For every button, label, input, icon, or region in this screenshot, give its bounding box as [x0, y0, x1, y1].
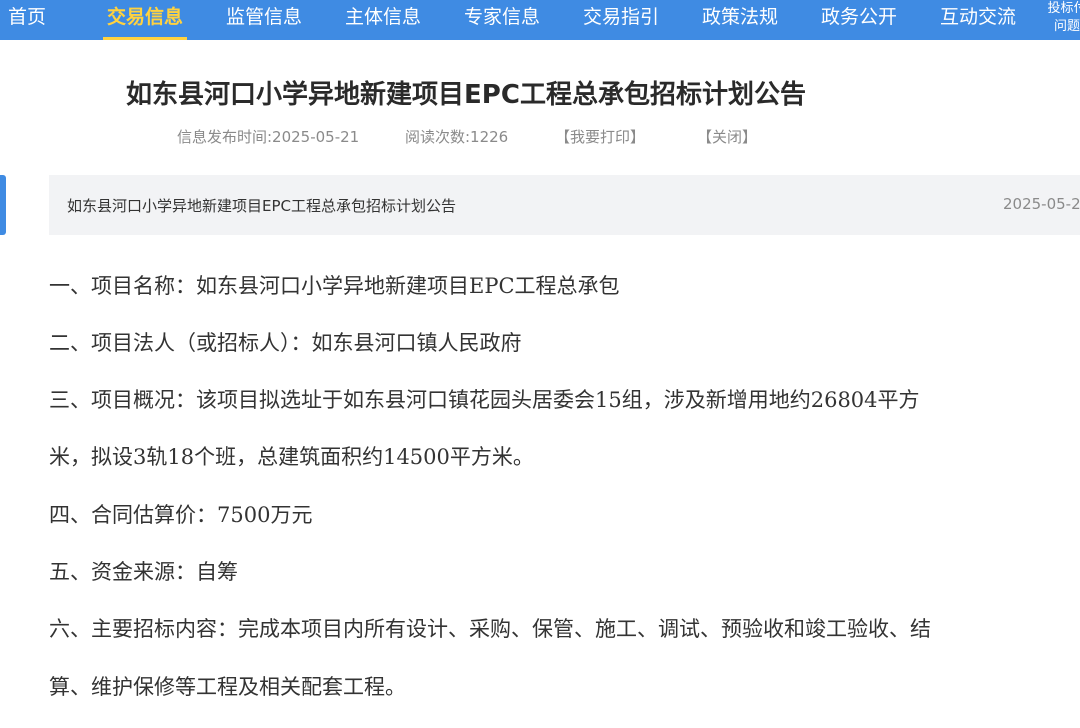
nav-complaint-line2: 问题: [1053, 19, 1080, 34]
article-meta: 信息发布时间:2025-05-21 阅读次数:1226 【我要打印】 【关闭】: [0, 126, 1080, 148]
top-navigation-bar: 首页 交易信息 监管信息 主体信息 专家信息 交易指引 政策法规 政务公开 互动…: [0, 0, 1080, 40]
nav-item-trade-guide[interactable]: 交易指引: [583, 0, 659, 40]
nav-item-trade-info[interactable]: 交易信息: [103, 0, 188, 40]
nav-item-government-affairs[interactable]: 政务公开: [821, 0, 897, 40]
nav-item-entity-info[interactable]: 主体信息: [345, 0, 421, 40]
paragraph-estimated-price: 四、合同估算价：7500万元: [49, 503, 313, 527]
paragraph-overview-line2: 米，拟设3轨18个班，总建筑面积约14500平方米。: [49, 445, 534, 469]
paragraph-scope-line2: 算、维护保修等工程及相关配套工程。: [49, 675, 406, 699]
summary-bar: 如东县河口小学异地新建项目EPC工程总承包招标计划公告 2025-05-21: [49, 175, 1080, 235]
nav-complaint-line1: 投标付: [1047, 1, 1080, 16]
paragraph-project-owner: 二、项目法人（或招标人）：如东县河口镇人民政府: [49, 331, 522, 355]
nav-item-expert-info[interactable]: 专家信息: [464, 0, 540, 40]
nav-item-supervision-info[interactable]: 监管信息: [226, 0, 302, 40]
publish-time: 信息发布时间:2025-05-21: [177, 128, 360, 146]
nav-item-complaint[interactable]: 投标付 问题: [1042, 0, 1080, 40]
left-side-tab[interactable]: [0, 175, 6, 235]
paragraph-funding-source: 五、资金来源：自筹: [49, 560, 238, 584]
summary-date: 2025-05-21: [1003, 195, 1080, 213]
close-link[interactable]: 【关闭】: [697, 126, 757, 147]
read-count: 阅读次数:1226: [405, 128, 509, 146]
paragraph-scope-line1: 六、主要招标内容：完成本项目内所有设计、采购、保管、施工、调试、预验收和竣工验收…: [49, 617, 931, 641]
nav-item-policy-regulations[interactable]: 政策法规: [702, 0, 778, 40]
nav-item-home[interactable]: 首页: [8, 0, 46, 40]
print-link[interactable]: 【我要打印】: [555, 126, 645, 147]
nav-item-trade-info-label: 交易信息: [107, 6, 184, 28]
nav-item-interaction[interactable]: 互动交流: [940, 0, 1016, 40]
paragraph-overview-line1: 三、项目概况：该项目拟选址于如东县河口镇花园头居委会15组，涉及新增用地约268…: [49, 388, 920, 412]
summary-title: 如东县河口小学异地新建项目EPC工程总承包招标计划公告: [67, 197, 456, 215]
page-title: 如东县河口小学异地新建项目EPC工程总承包招标计划公告: [126, 80, 806, 110]
paragraph-project-name: 一、项目名称：如东县河口小学异地新建项目EPC工程总承包: [49, 274, 620, 298]
active-tab-indicator: [103, 37, 188, 40]
